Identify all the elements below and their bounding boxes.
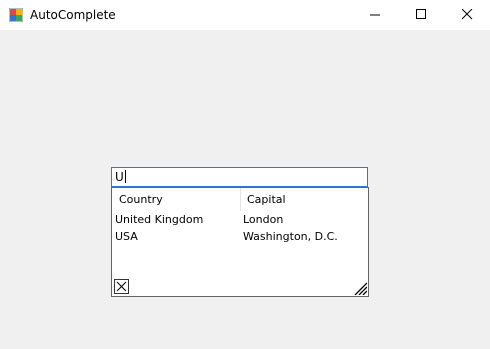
list-item[interactable]: United Kingdom London (112, 211, 368, 228)
grid-header: Country Capital (112, 188, 368, 211)
column-header-label: Country (119, 193, 163, 206)
cell-capital: London (243, 213, 284, 226)
list-item[interactable]: USA Washington, D.C. (112, 228, 368, 245)
cell-country: United Kingdom (115, 213, 204, 226)
cell-capital: Washington, D.C. (243, 230, 338, 243)
window-title: AutoComplete (30, 8, 116, 22)
maximize-icon (416, 9, 426, 19)
minimize-button[interactable] (352, 0, 398, 30)
popup-close-button[interactable] (114, 279, 129, 294)
column-header-country[interactable]: Country (112, 188, 240, 211)
autocomplete-input[interactable]: U (111, 167, 368, 187)
close-box-icon (116, 281, 127, 292)
maximize-button[interactable] (398, 0, 444, 30)
resize-grip[interactable] (353, 281, 368, 296)
autocomplete-popup: Country Capital United Kingdom London US… (111, 187, 369, 297)
column-header-label: Capital (247, 193, 286, 206)
cell-country: USA (115, 230, 138, 243)
close-button[interactable] (444, 0, 490, 30)
close-icon (462, 9, 473, 20)
minimize-icon (370, 14, 380, 16)
column-header-capital[interactable]: Capital (240, 188, 369, 211)
title-bar[interactable]: AutoComplete (0, 0, 490, 30)
app-icon (8, 7, 24, 23)
resize-grip-icon (354, 282, 368, 296)
text-caret (124, 170, 126, 183)
application-window: AutoComplete U Country Capital United Ki… (0, 0, 490, 349)
autocomplete-input-value: U (115, 170, 124, 184)
